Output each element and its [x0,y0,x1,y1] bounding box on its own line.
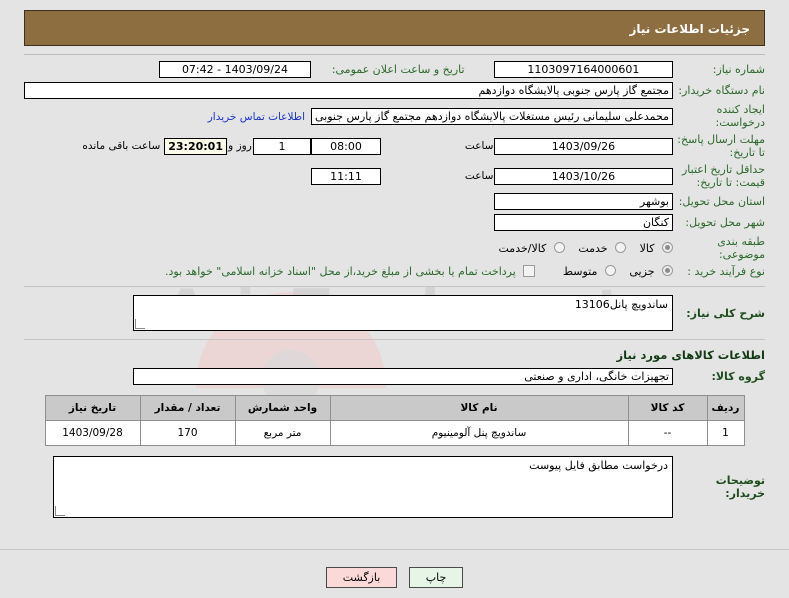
radio-goods-icon[interactable] [662,241,673,253]
deadline-date: 1403/09/26 [493,137,673,155]
need-number-value: 1103097164000601 [493,61,673,78]
deadline-time: 08:00 [310,137,381,155]
creator-value: محمدعلی سلیمانی رئیس مستغلات پالایشگاه د… [310,107,673,125]
days-unit: روز و [228,140,252,152]
row-province: استان محل تحویل: بوشهر [24,191,765,212]
price-validity-date: 1403/10/26 [493,167,673,185]
goods-table: ردیف کد کالا نام کالا واحد شمارش تعداد /… [44,395,745,446]
process-option-1: متوسط [562,265,598,278]
row-goods-group: گروه کالا: تجهیزات خانگی، اداری و صنعتی [24,366,765,387]
treasury-checkbox-label: پرداخت تمام یا بخشی از مبلغ خرید،از محل … [165,265,516,278]
page-root: AriaTender.net جزئیات اطلاعات نیاز شماره… [0,0,789,598]
summary-value: ساندویچ پانل13106 [574,298,668,311]
footer: چاپ بازگشت [0,567,789,588]
notes-value: درخواست مطابق فایل پیوست [529,459,668,472]
section-divider-2 [24,339,765,340]
summary-textarea[interactable]: ساندویچ پانل13106 [133,295,673,331]
announce-value: 1403/09/24 - 07:42 [158,61,311,78]
city-label: شهر محل تحویل: [685,216,765,229]
category-radio-goods[interactable]: کالا [626,241,673,255]
category-option-1: خدمت [578,241,608,255]
creator-label: ایجاد کننده درخواست: [715,103,765,129]
goods-table-header-row: ردیف کد کالا نام کالا واحد شمارش تعداد /… [44,395,745,421]
col-name: نام کالا [329,395,629,421]
col-code: کد کالا [627,395,708,421]
row-price-validity: حداقل تاریخ اعتبار قیمت: تا تاریخ: 1403/… [24,161,765,191]
goods-section-heading: اطلاعات کالاهای مورد نیاز [616,348,765,362]
col-row-no: ردیف [706,395,745,421]
category-label: طبقه بندی موضوعی: [717,235,765,261]
row-need-number: شماره نیاز: 1103097164000601 تاریخ و ساع… [24,59,765,80]
row-notes: توضیحات خریدار: درخواست مطابق فایل پیوست [24,454,765,520]
process-radio-minor[interactable]: جزیی [616,265,673,278]
radio-medium-icon[interactable] [604,265,616,276]
process-label: نوع فرآیند خرید : [687,265,765,278]
category-option-0: کالا [639,241,655,255]
radio-service-icon[interactable] [615,241,627,253]
goods-group-label: گروه کالا: [711,370,765,383]
buyer-org-value: مجتمع گاز پارس جنوبی پالایشگاه دوازدهم [24,82,673,99]
hour-label-1: ساعت [464,140,494,152]
summary-label: شرح کلی نیاز: [686,306,765,320]
form-table: شماره نیاز: 1103097164000601 تاریخ و ساع… [24,59,765,280]
print-button[interactable]: چاپ [408,567,464,588]
buyer-org-label: نام دستگاه خریدار: [678,84,765,97]
process-option-0: جزیی [629,265,655,278]
row-process: نوع فرآیند خرید : جزیی متوسط پرداخت تمام… [24,263,765,280]
countdown-group: 1 روز و 23:20:01 ساعت باقی مانده [24,136,311,157]
header: جزئیات اطلاعات نیاز [0,0,789,46]
buyer-contact-link[interactable]: اطلاعات تماس خریدار [208,111,305,123]
notes-textarea[interactable]: درخواست مطابق فایل پیوست [53,456,673,518]
cell-code: -- [627,420,708,446]
row-creator: ایجاد کننده درخواست: محمدعلی سلیمانی رئی… [24,101,765,131]
deadline-label: مهلت ارسال پاسخ: تا تاریخ: [677,133,765,159]
category-radio-service[interactable]: خدمت [565,241,627,255]
row-summary: شرح کلی نیاز: ساندویچ پانل13106 [24,293,765,333]
summary-table: شرح کلی نیاز: ساندویچ پانل13106 [24,293,765,333]
table-row: 1 -- ساندویچ پنل آلومینیوم متر مربع 170 … [44,420,745,446]
province-label: استان محل تحویل: [678,195,765,208]
form-section: شماره نیاز: 1103097164000601 تاریخ و ساع… [0,55,789,520]
notes-label: توضیحات خریدار: [715,474,765,500]
province-value: بوشهر [493,193,673,210]
process-radio-medium[interactable]: متوسط [549,265,616,278]
hour-label-2: ساعت [464,170,494,182]
treasury-checkbox[interactable] [523,265,536,277]
cell-need-date: 1403/09/28 [44,420,141,446]
notes-table: توضیحات خریدار: درخواست مطابق فایل پیوست [24,454,765,520]
need-number-label: شماره نیاز: [712,63,765,76]
col-need-date: تاریخ نیاز [44,395,141,421]
row-category: طبقه بندی موضوعی: کالا خدمت کالا/خدمت [24,233,766,263]
countdown-timer: 23:20:01 [164,137,227,155]
goods-group-value: تجهیزات خانگی، اداری و صنعتی [133,368,673,385]
cell-quantity: 170 [139,420,236,446]
announce-label: تاریخ و ساعت اعلان عمومی: [331,63,465,76]
days-remaining: 1 [252,137,311,155]
back-button[interactable]: بازگشت [325,567,398,588]
radio-goods-service-icon[interactable] [553,241,565,253]
price-validity-time: 11:11 [310,167,381,185]
price-validity-label: حداقل تاریخ اعتبار قیمت: تا تاریخ: [681,163,765,189]
page-title: جزئیات اطلاعات نیاز [24,10,765,46]
cell-name: ساندویچ پنل آلومینیوم [329,420,629,446]
notes-resize-grip-icon[interactable] [55,506,65,516]
section-divider-1 [24,286,765,287]
radio-minor-icon[interactable] [662,265,673,276]
resize-grip-icon[interactable] [135,319,145,329]
row-city: شهر محل تحویل: کنگان [24,212,765,233]
goods-group-table: گروه کالا: تجهیزات خانگی، اداری و صنعتی [24,366,765,387]
col-quantity: تعداد / مقدار [139,395,236,421]
cell-unit: متر مربع [234,420,331,446]
row-deadline: مهلت ارسال پاسخ: تا تاریخ: 1403/09/26 سا… [24,131,765,161]
footer-divider [0,549,789,550]
countdown-suffix: ساعت باقی مانده [82,140,161,152]
treasury-checkbox-group[interactable]: پرداخت تمام یا بخشی از مبلغ خرید،از محل … [155,265,536,278]
cell-row-no: 1 [706,420,745,446]
col-unit: واحد شمارش [234,395,331,421]
city-value: کنگان [493,214,673,231]
row-buyer-org: نام دستگاه خریدار: مجتمع گاز پارس جنوبی … [24,80,765,101]
category-option-2: کالا/خدمت [498,241,547,255]
category-radio-goods-service[interactable]: کالا/خدمت [489,241,565,255]
